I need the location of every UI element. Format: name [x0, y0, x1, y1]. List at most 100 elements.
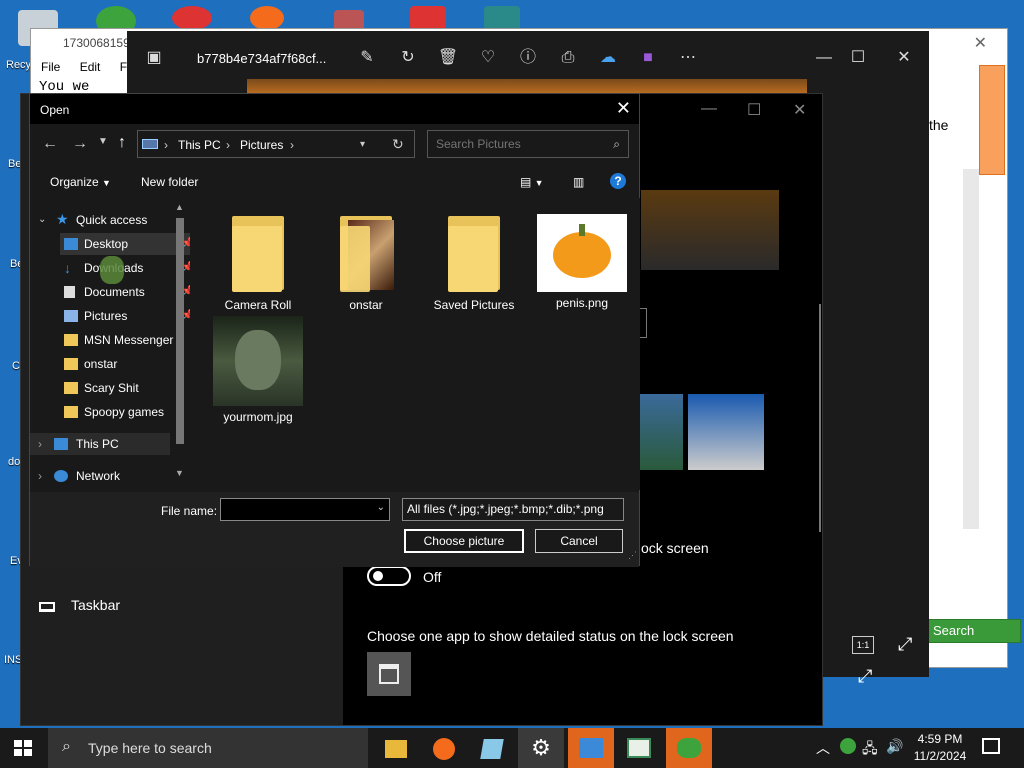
close-icon[interactable]: ✕: [893, 47, 915, 69]
scroll-down-icon[interactable]: ▼: [175, 468, 184, 478]
breadcrumb-pictures[interactable]: Pictures: [240, 138, 283, 152]
file-item-camera-roll[interactable]: Camera Roll: [206, 210, 310, 312]
sidebar-item-label: Taskbar: [71, 597, 121, 613]
minimize-icon[interactable]: —: [813, 47, 835, 69]
chrome-icon[interactable]: [172, 6, 212, 30]
clock-date: 11/2/2024: [913, 749, 967, 763]
refresh-icon[interactable]: ↻: [392, 136, 404, 153]
photo-filename: b778b4e734af7f68cf...: [197, 51, 327, 66]
choose-picture-button[interactable]: Choose picture: [404, 529, 524, 553]
expand-icon-2[interactable]: ⤢: [858, 666, 872, 687]
sidebar-item-network[interactable]: › Network: [30, 465, 170, 487]
back-arrow-icon[interactable]: ←: [42, 135, 58, 153]
firefox-icon[interactable]: [250, 6, 284, 30]
actual-size-icon[interactable]: 1:1: [852, 636, 874, 654]
print-icon[interactable]: ⎙: [557, 47, 579, 69]
breadcrumb-sep-icon: ›: [290, 138, 294, 152]
settings-scrollbar[interactable]: [819, 304, 821, 532]
expand-icon[interactable]: ⤢: [898, 634, 912, 655]
desktop-folder-icon: [64, 238, 78, 250]
file-item-penis-png[interactable]: penis.png: [530, 210, 634, 310]
menu-file[interactable]: File: [41, 60, 60, 74]
up-arrow-icon[interactable]: ↑: [118, 134, 126, 152]
sidebar-item-this-pc[interactable]: › This PC: [30, 433, 170, 455]
network-status-icon[interactable]: 🖧: [862, 738, 878, 762]
onedrive-icon[interactable]: ☁: [597, 47, 619, 69]
menu-format[interactable]: F: [120, 60, 127, 74]
scroll-thumb[interactable]: [176, 218, 184, 444]
notepad-app-icon[interactable]: [472, 732, 512, 766]
notepad-scrollbar[interactable]: [963, 169, 979, 529]
preview-pane-icon[interactable]: ▥: [573, 175, 584, 189]
address-dropdown-chevron-icon[interactable]: ▾: [360, 139, 365, 150]
rotate-icon[interactable]: ↻: [397, 47, 419, 69]
volume-icon[interactable]: 🔊: [886, 738, 903, 755]
sidebar-item-taskbar[interactable]: Taskbar: [71, 597, 120, 613]
game-icon[interactable]: [484, 6, 520, 30]
desktop-label-do: do: [8, 456, 21, 468]
lock-screen-toggle[interactable]: [367, 566, 411, 586]
scroll-up-icon[interactable]: ▲: [175, 202, 184, 212]
new-folder-button[interactable]: New folder: [141, 175, 198, 189]
resize-grip-icon[interactable]: ⋰: [628, 550, 637, 561]
tray-chevron-up-icon[interactable]: ︿: [816, 738, 830, 758]
clipchamp-icon[interactable]: ■: [637, 47, 659, 69]
nav-scrollbar[interactable]: ▲ ▼: [173, 202, 187, 486]
file-item-label: penis.png: [555, 296, 609, 310]
file-item-onstar[interactable]: onstar: [314, 210, 418, 312]
file-list: Camera Roll onstar Saved Pictures penis.…: [190, 198, 640, 490]
firefox-icon[interactable]: [424, 732, 464, 766]
notepad-close-icon[interactable]: ✕: [974, 33, 987, 53]
lock-screen-status-label: ock screen: [641, 540, 709, 556]
quick-access-chevron-icon[interactable]: ⌄: [38, 214, 46, 225]
download-arrow-icon: ↓: [64, 260, 71, 276]
start-windows-icon[interactable]: [14, 740, 32, 756]
menu-edit[interactable]: Edit: [80, 60, 101, 74]
tray-clock[interactable]: 4:59 PM 11/2/2024: [904, 732, 976, 763]
open-file-dialog: Open ✕ ← → ▼ ↑ › This PC › Pictures › ▾ …: [29, 93, 640, 567]
address-bar[interactable]: › This PC › Pictures › ▾ ↻: [137, 130, 415, 158]
maximize-icon[interactable]: ☐: [847, 47, 869, 69]
recent-locations-chevron-icon[interactable]: ▼: [98, 136, 108, 147]
file-item-saved-pictures[interactable]: Saved Pictures: [422, 210, 526, 312]
organize-label: Organize: [50, 175, 99, 189]
chevron-down-icon[interactable]: ⌄: [377, 502, 385, 513]
breadcrumb-this-pc[interactable]: This PC: [178, 138, 221, 152]
settings-minimize-icon[interactable]: —: [701, 100, 717, 118]
search-button[interactable]: Search: [926, 619, 1021, 643]
quick-access-label[interactable]: Quick access: [76, 213, 147, 227]
delete-icon[interactable]: 🗑: [437, 47, 459, 69]
search-input[interactable]: [428, 131, 598, 157]
file-explorer-icon[interactable]: [376, 732, 416, 766]
pictures-icon: [64, 310, 78, 322]
file-type-select[interactable]: All files (*.jpg;*.jpeg;*.bmp;*.dib;*.pn…: [402, 498, 624, 521]
taskbar-icon: [39, 602, 55, 612]
favorite-icon[interactable]: ♡: [477, 47, 499, 69]
network-icon: [54, 470, 68, 482]
notifications-icon[interactable]: [982, 738, 1000, 754]
file-item-yourmom-jpg[interactable]: yourmom.jpg: [206, 316, 310, 424]
background-thumb-2[interactable]: [688, 394, 764, 470]
photos-app-icon[interactable]: [568, 728, 614, 768]
search-pictures-box[interactable]: ⌕: [427, 130, 629, 158]
calendar-app-tile[interactable]: [367, 652, 411, 696]
settings-maximize-icon[interactable]: ☐: [747, 100, 761, 120]
dialog-close-icon[interactable]: ✕: [616, 98, 631, 119]
edit-icon[interactable]: ✎: [356, 47, 378, 69]
cancel-button[interactable]: Cancel: [535, 529, 623, 553]
settings-close-icon[interactable]: ✕: [793, 100, 806, 120]
forward-arrow-icon[interactable]: →: [72, 135, 88, 153]
help-icon[interactable]: ?: [610, 173, 626, 189]
settings-gear-icon[interactable]: ⚙: [518, 728, 564, 768]
folder-icon: [212, 210, 304, 294]
organize-button[interactable]: Organize ▼: [50, 175, 111, 189]
notepad-window-icon[interactable]: [616, 728, 662, 768]
tray-msn-icon[interactable]: [840, 738, 856, 754]
more-icon[interactable]: ⋯: [677, 47, 699, 69]
taskbar-search-box[interactable]: ⌕ Type here to search: [48, 728, 368, 768]
info-icon[interactable]: ⓘ: [517, 47, 539, 69]
file-name-input[interactable]: ⌄: [220, 498, 390, 521]
shield-app-icon[interactable]: [410, 6, 446, 30]
view-options-icon[interactable]: ▤ ▼: [520, 175, 544, 189]
msn-messenger-icon[interactable]: [666, 728, 712, 768]
